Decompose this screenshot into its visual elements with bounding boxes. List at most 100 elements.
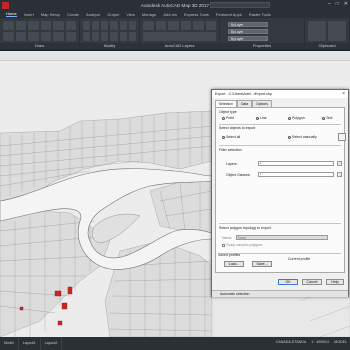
coordinate-system[interactable]: CANADA-STANDA xyxy=(275,340,307,344)
offset-tool-icon[interactable] xyxy=(128,32,136,41)
object-type-point[interactable]: Point xyxy=(222,116,234,120)
divider xyxy=(219,145,341,146)
tab-express-tools[interactable]: Express Tools xyxy=(184,12,209,17)
trim-tool-icon[interactable] xyxy=(110,21,118,30)
layer-dropdown-icon[interactable] xyxy=(143,32,216,41)
model-tab[interactable]: Model xyxy=(0,337,19,350)
ribbon: Draw Modify AutoCAD Layers ByLayer ByLay… xyxy=(0,18,350,50)
layers-browse-button[interactable] xyxy=(337,161,342,166)
tab-view[interactable]: View xyxy=(126,12,135,17)
rectangle-tool-icon[interactable] xyxy=(53,21,64,30)
extend-tool-icon[interactable] xyxy=(119,21,127,30)
select-all-radio[interactable]: Select all xyxy=(222,135,240,139)
tab-manage[interactable]: Manage xyxy=(142,12,156,17)
select-manually-radio-icon xyxy=(288,135,291,139)
object-type-line[interactable]: Line xyxy=(256,116,267,120)
polygon-topology-label: Select polygon topology to export xyxy=(219,226,271,230)
help-button[interactable]: Help xyxy=(326,279,344,285)
layers-label: Layers: xyxy=(226,162,238,166)
model-space-toggle[interactable]: MODEL xyxy=(333,340,348,344)
point-label: Point xyxy=(226,116,234,120)
panel-draw: Draw xyxy=(0,18,80,50)
maximize-button[interactable]: □ xyxy=(336,1,339,7)
layer-freeze-icon[interactable] xyxy=(168,21,179,30)
ellipse-tool-icon[interactable] xyxy=(3,32,14,41)
layer-properties-icon[interactable] xyxy=(143,21,154,30)
tab-map-setup[interactable]: Map Setup xyxy=(41,12,60,17)
panel-label-clipboard[interactable]: Clipboard xyxy=(305,43,349,49)
arc-tool-icon[interactable] xyxy=(40,21,51,30)
tab-home[interactable]: Home xyxy=(6,11,17,17)
object-type-text[interactable]: Text xyxy=(322,116,332,120)
cancel-button[interactable]: Cancel xyxy=(302,279,322,285)
tab-data[interactable]: Data xyxy=(236,100,253,107)
layer-isolate-icon[interactable] xyxy=(193,21,204,30)
object-classes-browse-button[interactable] xyxy=(337,172,342,177)
layout2-tab[interactable]: Layout2 xyxy=(41,337,63,350)
mirror-tool-icon[interactable] xyxy=(83,32,91,41)
select-manually-radio[interactable]: Select manually xyxy=(288,135,317,139)
layout1-tab[interactable]: Layout1 xyxy=(19,337,41,350)
ok-button[interactable]: OK xyxy=(278,279,298,285)
point-tool-icon[interactable] xyxy=(28,32,39,41)
dialog-title-bar: Export - C:\Users\Adel...\Export.shp × xyxy=(212,90,348,98)
lineweight-dropdown[interactable]: ByLayer xyxy=(228,29,268,34)
panel-label-draw[interactable]: Draw xyxy=(0,43,79,49)
load-button[interactable]: Load... xyxy=(224,261,244,267)
move-tool-icon[interactable] xyxy=(83,21,91,30)
window-controls: – □ ✕ xyxy=(328,1,348,7)
copy-tool-icon[interactable] xyxy=(92,21,100,30)
stretch-tool-icon[interactable] xyxy=(101,32,109,41)
scale-tool-icon[interactable] xyxy=(92,32,100,41)
linetype-dropdown[interactable]: ByLayer xyxy=(228,36,268,41)
layer-off-icon[interactable] xyxy=(155,21,166,30)
pick-objects-icon[interactable] xyxy=(338,133,346,141)
panel-label-properties[interactable]: Properties xyxy=(220,43,304,49)
polyline-tool-icon[interactable] xyxy=(15,21,26,30)
block-tool-icon[interactable] xyxy=(65,32,76,41)
tab-add-ins[interactable]: Add-ins xyxy=(163,12,177,17)
point-radio-icon xyxy=(222,116,225,120)
array-tool-icon[interactable] xyxy=(119,32,127,41)
tab-insert[interactable]: Insert xyxy=(24,12,34,17)
search-input[interactable] xyxy=(210,2,270,8)
panel-label-layers[interactable]: AutoCAD Layers xyxy=(140,43,219,49)
line-tool-icon[interactable] xyxy=(3,21,14,30)
save-button[interactable]: Save... xyxy=(252,261,272,267)
automatic-selection-bar[interactable]: Automatic selection xyxy=(212,290,348,297)
circle-tool-icon[interactable] xyxy=(28,21,39,30)
tab-options[interactable]: Options xyxy=(252,100,272,107)
tab-raster-tools[interactable]: Raster Tools xyxy=(249,12,271,17)
object-classes-field[interactable]: * xyxy=(258,172,334,177)
tab-featured-apps[interactable]: Featured Apps xyxy=(216,12,242,17)
panel-label-modify[interactable]: Modify xyxy=(80,43,139,49)
scale-readout[interactable]: 1 : 40000,0 xyxy=(310,340,330,344)
panel-modify: Modify xyxy=(80,18,140,50)
tab-create[interactable]: Create xyxy=(67,12,79,17)
color-dropdown[interactable]: ByLayer xyxy=(228,22,268,27)
tab-analyze[interactable]: Analyze xyxy=(86,12,100,17)
tab-output[interactable]: Output xyxy=(107,12,119,17)
topology-name-field[interactable]: None xyxy=(236,235,328,240)
panel-properties: ByLayer ByLayer ByLayer Properties xyxy=(220,18,305,50)
layer-lock-icon[interactable] xyxy=(180,21,191,30)
paste-tool-icon[interactable] xyxy=(308,21,326,41)
layer-match-icon[interactable] xyxy=(205,21,216,30)
hatch-tool-icon[interactable] xyxy=(65,21,76,30)
tab-selection[interactable]: Selection xyxy=(215,100,237,107)
spline-tool-icon[interactable] xyxy=(15,32,26,41)
object-type-polygon[interactable]: Polygon xyxy=(288,116,305,120)
text-tool-icon[interactable] xyxy=(53,32,64,41)
rotate-tool-icon[interactable] xyxy=(101,21,109,30)
line-label: Line xyxy=(260,116,267,120)
region-tool-icon[interactable] xyxy=(40,32,51,41)
fillet-tool-icon[interactable] xyxy=(110,32,118,41)
divider xyxy=(219,223,341,224)
dialog-close-icon[interactable]: × xyxy=(342,91,345,97)
close-button[interactable]: ✕ xyxy=(344,1,348,7)
group-complex-checkbox[interactable]: Group complex polygons xyxy=(222,243,262,247)
minimize-button[interactable]: – xyxy=(328,1,331,7)
erase-tool-icon[interactable] xyxy=(128,21,136,30)
copy-clip-tool-icon[interactable] xyxy=(328,21,346,41)
layers-field[interactable]: * xyxy=(258,161,334,166)
